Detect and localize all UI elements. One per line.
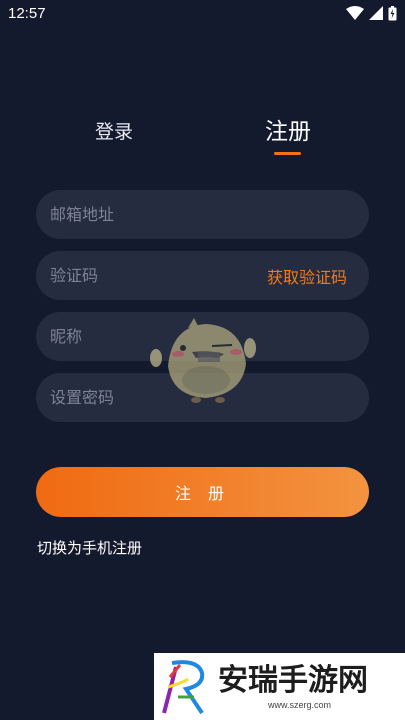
get-code-button[interactable]: 获取验证码 (267, 264, 355, 288)
wifi-icon (346, 6, 364, 20)
auth-tabs: 登录 注册 (0, 112, 405, 162)
email-input[interactable] (50, 205, 355, 224)
verification-code-input[interactable] (50, 266, 267, 285)
status-icons (346, 5, 397, 21)
verification-code-field[interactable]: 获取验证码 (36, 251, 369, 300)
mascot-illustration (150, 318, 256, 403)
battery-icon (388, 5, 397, 20)
watermark-title: 安瑞手游网 (218, 662, 368, 698)
tab-login[interactable]: 登录 (72, 117, 156, 144)
watermark-url: www.szerg.com (268, 699, 332, 710)
active-tab-indicator (274, 152, 301, 155)
site-logo-icon (162, 659, 205, 714)
status-bar: 12:57 (0, 0, 405, 26)
status-time: 12:57 (8, 4, 46, 22)
site-watermark: 安瑞手游网 www.szerg.com (154, 653, 405, 720)
switch-to-phone-register-link[interactable]: 切换为手机注册 (37, 537, 142, 558)
tab-register[interactable]: 注册 (246, 112, 330, 146)
cellular-signal-icon (369, 6, 383, 20)
email-field[interactable] (36, 190, 369, 239)
register-button[interactable]: 注 册 (36, 467, 369, 517)
